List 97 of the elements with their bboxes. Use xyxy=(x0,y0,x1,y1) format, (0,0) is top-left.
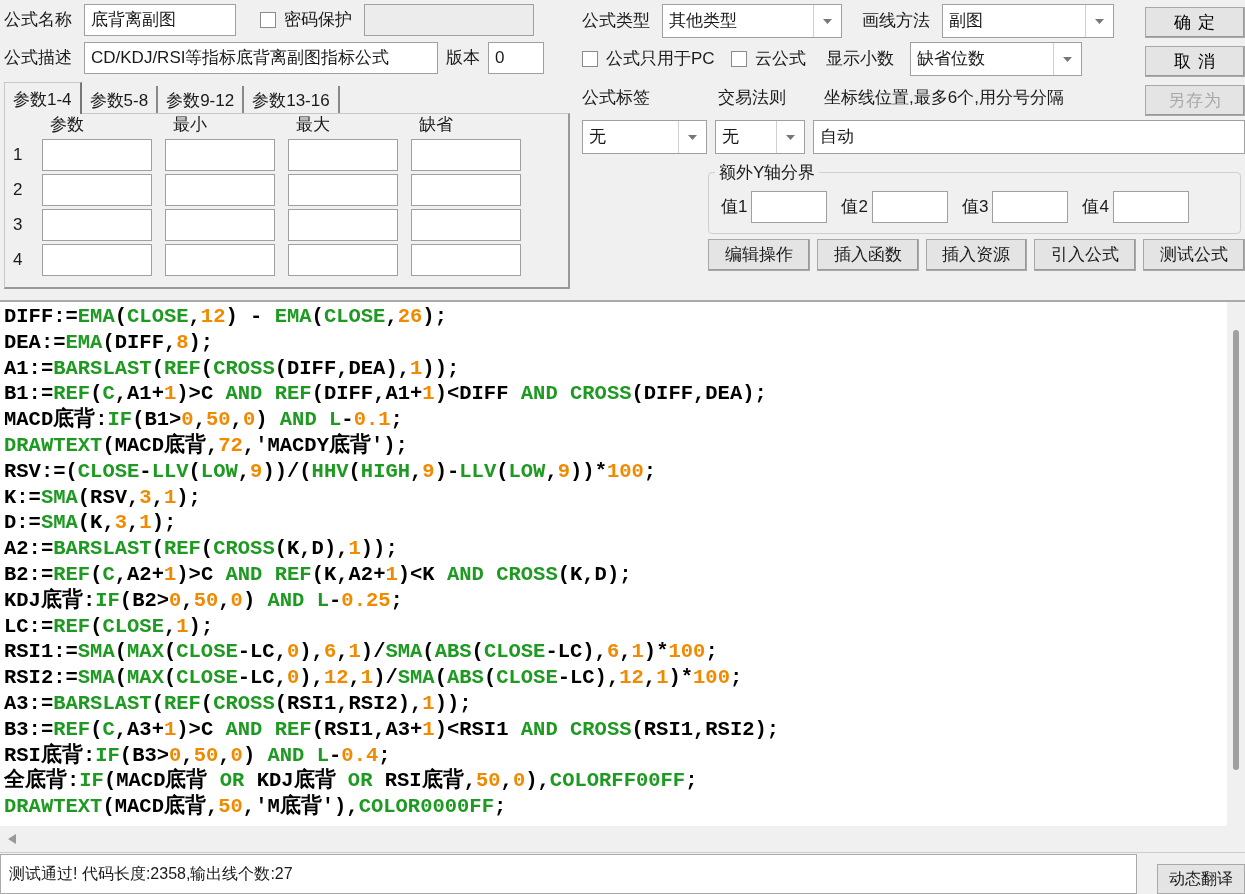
code-line: RSI2:=SMA(MAX(CLOSE-LC,0),12,1)/SMA(ABS(CLOSE-LC),12,1)*100; xyxy=(4,665,743,691)
text-field[interactable]: 底背离副图 xyxy=(84,4,236,36)
row-number: 2 xyxy=(13,179,24,202)
row-number: 4 xyxy=(13,249,24,272)
param-field[interactable] xyxy=(42,174,152,206)
dialog-button[interactable]: 取 消 xyxy=(1145,46,1245,77)
row-number: 1 xyxy=(13,144,24,167)
text-field[interactable]: CD/KDJ/RSI等指标底背离副图指标公式 xyxy=(84,42,438,74)
code-line: DRAWTEXT(MACD底背,72,'MACDY底背'); xyxy=(4,433,408,459)
dropdown[interactable]: 无 xyxy=(582,120,707,154)
param-field[interactable] xyxy=(288,174,398,206)
checkbox[interactable] xyxy=(582,51,598,67)
tab[interactable]: 参数13-16 xyxy=(244,86,340,114)
field-label: 版本 xyxy=(446,47,480,70)
status-bar: 测试通过! 代码长度:2358,输出线个数:27 xyxy=(0,854,1137,894)
checkbox-label: 密码保护 xyxy=(284,9,352,32)
action-button[interactable]: 插入资源 xyxy=(925,239,1028,271)
code-line: MACD底背:IF(B1>0,50,0) AND L-0.1; xyxy=(4,407,403,433)
code-line: D:=SMA(K,3,1); xyxy=(4,510,177,537)
param-field[interactable] xyxy=(288,139,398,171)
param-field[interactable] xyxy=(288,244,398,276)
axis-lines-field[interactable]: 自动 xyxy=(813,120,1245,154)
value-field[interactable] xyxy=(751,191,828,223)
param-field[interactable] xyxy=(411,139,521,171)
field-label: 公式标签 xyxy=(582,86,651,109)
param-field[interactable] xyxy=(288,209,398,241)
field-label: 画线方法 xyxy=(862,10,930,33)
param-field[interactable] xyxy=(42,139,152,171)
value-field[interactable] xyxy=(992,191,1069,223)
code-line: A3:=BARSLAST(REF(CROSS(RSI1,RSI2),1)); xyxy=(4,690,472,717)
column-header: 缺省 xyxy=(418,114,454,136)
field-label: 显示小数 xyxy=(825,48,894,71)
dropdown[interactable]: 副图 xyxy=(942,4,1114,38)
param-field[interactable] xyxy=(411,244,521,276)
code-line: B2:=REF(C,A2+1)>C AND REF(K,A2+1)<K AND CROSS(K,D); xyxy=(4,561,632,588)
code-line: K:=SMA(RSV,3,1); xyxy=(4,484,201,511)
dropdown-arrow-icon xyxy=(823,18,832,24)
code-line: DIFF:=EMA(CLOSE,12) - EMA(CLOSE,26); xyxy=(4,304,447,330)
dropdown[interactable]: 缺省位数 xyxy=(909,42,1082,76)
param-field[interactable] xyxy=(165,209,275,241)
translate-button[interactable]: 动态翻译 xyxy=(1157,864,1245,894)
checkbox-label: 公式只用于PC xyxy=(606,48,715,71)
dialog-button[interactable]: 确 定 xyxy=(1145,7,1245,38)
password-field[interactable] xyxy=(364,4,534,36)
field-label: 坐标线位置,最多6个,用分号分隔 xyxy=(824,86,1064,109)
vertical-scrollbar[interactable] xyxy=(1227,302,1245,826)
code-line: RSI1:=SMA(MAX(CLOSE-LC,0),6,1)/SMA(ABS(CLOSE-LC),6,1)*100; xyxy=(4,639,718,666)
param-field[interactable] xyxy=(165,139,275,171)
field-label: 值2 xyxy=(841,196,868,219)
code-line: A2:=BARSLAST(REF(CROSS(K,D),1)); xyxy=(4,536,398,562)
action-button[interactable]: 测试公式 xyxy=(1143,239,1245,271)
tab[interactable]: 参数1-4 xyxy=(4,82,82,114)
code-line: DRAWTEXT(MACD底背,50,'M底背'),COLOR0000FF; xyxy=(4,794,507,820)
code-line: KDJ底背:IF(B2>0,50,0) AND L-0.25; xyxy=(4,587,403,614)
dropdown-arrow-icon xyxy=(688,134,697,140)
dropdown[interactable]: 无 xyxy=(715,120,805,154)
field-label: 值3 xyxy=(961,196,989,219)
field-label: 公式类型 xyxy=(582,10,650,33)
checkbox-label: 云公式 xyxy=(754,48,806,71)
action-button[interactable]: 编辑操作 xyxy=(708,239,810,271)
checkbox[interactable] xyxy=(260,12,276,28)
field-label: 值4 xyxy=(1082,196,1109,219)
code-line: B1:=REF(C,A1+1)>C AND REF(DIFF,A1+1)<DIFF AND CROSS(DIFF,DEA); xyxy=(4,381,767,407)
column-header: 最小 xyxy=(172,114,208,136)
field-label: 公式描述 xyxy=(4,47,72,70)
field-label: 公式名称 xyxy=(4,9,72,32)
dropdown[interactable]: 其他类型 xyxy=(662,4,842,38)
param-field[interactable] xyxy=(411,174,521,206)
tab[interactable]: 参数5-8 xyxy=(81,86,159,114)
field-label: 值1 xyxy=(721,196,748,219)
param-field[interactable] xyxy=(42,209,152,241)
code-line: A1:=BARSLAST(REF(CROSS(DIFF,DEA),1)); xyxy=(4,355,460,382)
text-field[interactable]: 0 xyxy=(488,42,544,74)
dropdown-arrow-icon xyxy=(1095,18,1104,24)
field-label: 交易法则 xyxy=(718,86,787,109)
action-button[interactable]: 引入公式 xyxy=(1034,239,1137,271)
param-field[interactable] xyxy=(42,244,152,276)
code-line: RSI底背:IF(B3>0,50,0) AND L-0.4; xyxy=(4,742,391,768)
tab[interactable]: 参数9-12 xyxy=(158,86,245,114)
code-line: LC:=REF(CLOSE,1); xyxy=(4,613,214,640)
action-button[interactable]: 插入函数 xyxy=(816,239,919,271)
code-line: 全底背:IF(MACD底背 OR KDJ底背 OR RSI底背,50,0),COLORFF00FF; xyxy=(4,768,698,794)
value-field[interactable] xyxy=(871,191,948,223)
row-number: 3 xyxy=(13,214,24,237)
code-line: RSV:=(CLOSE-LLV(LOW,9))/(HHV(HIGH,9)-LLV(LOW,9))*100; xyxy=(4,458,657,485)
checkbox[interactable] xyxy=(730,51,747,67)
param-field[interactable] xyxy=(411,209,521,241)
dropdown-arrow-icon xyxy=(786,134,795,140)
scroll-left-icon xyxy=(8,834,16,844)
column-header: 最大 xyxy=(295,114,331,136)
value-field[interactable] xyxy=(1112,191,1189,223)
param-field[interactable] xyxy=(165,174,275,206)
param-field[interactable] xyxy=(165,244,275,276)
column-header: 参数 xyxy=(49,114,85,136)
dropdown-arrow-icon xyxy=(1062,56,1072,62)
code-line: DEA:=EMA(DIFF,8); xyxy=(4,329,214,356)
code-line: B3:=REF(C,A3+1)>C AND REF(RSI1,A3+1)<RSI1 AND CROSS(RSI1,RSI2); xyxy=(4,716,780,743)
